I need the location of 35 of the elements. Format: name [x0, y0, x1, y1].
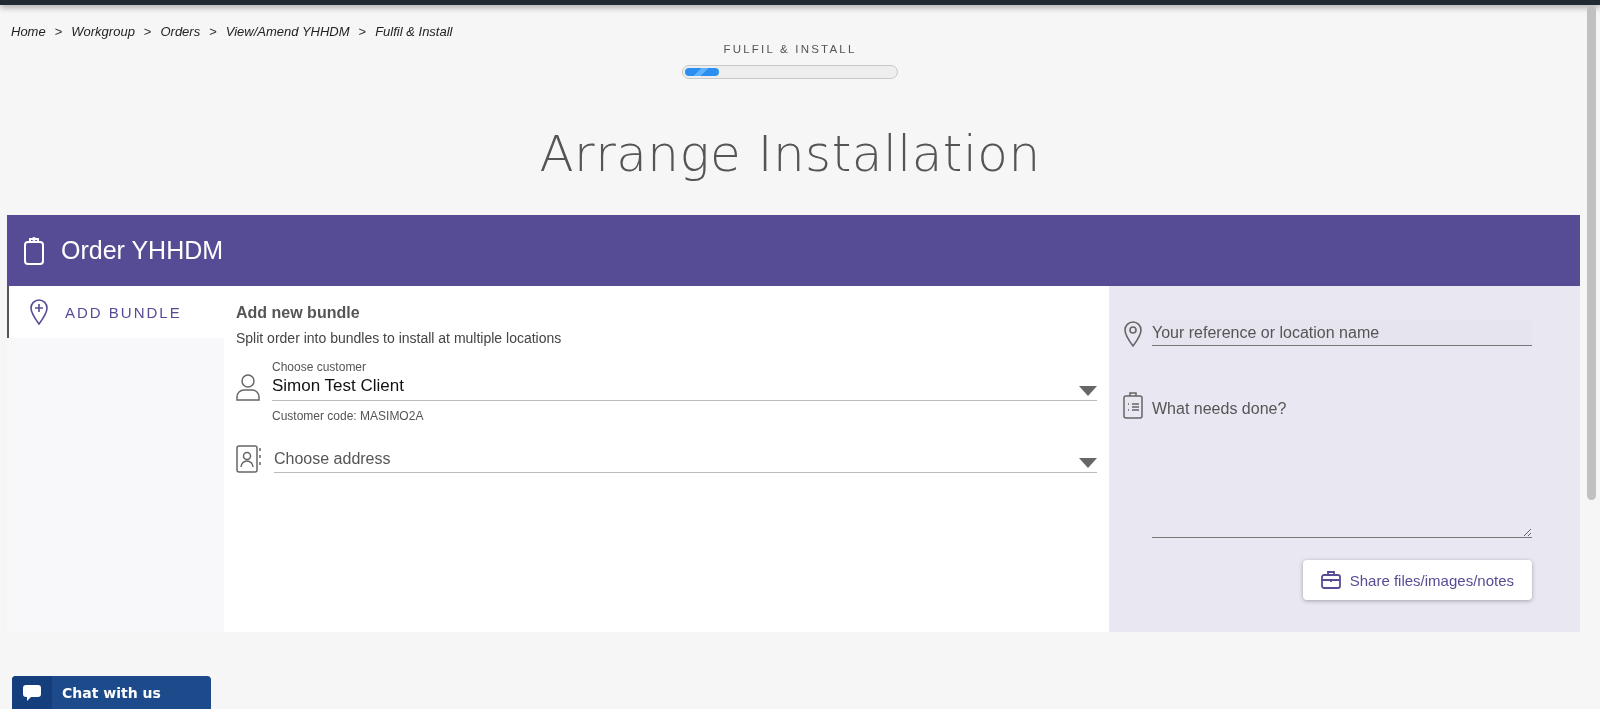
- order-title: Order YHHDM: [61, 236, 224, 265]
- breadcrumb-separator: >: [358, 24, 367, 40]
- sidebar-tab[interactable]: ADD BUNDLE: [7, 286, 224, 338]
- field-label: Choose customer: [272, 360, 368, 374]
- customer-select[interactable]: Choose customer Simon Test Client: [272, 360, 1097, 401]
- dropdown-caret-icon: [1079, 386, 1097, 396]
- checklist-icon: [1123, 392, 1143, 419]
- scrollbar-thumb[interactable]: [1587, 6, 1596, 500]
- clipboard-icon: [23, 235, 45, 266]
- address-select[interactable]: Choose address: [274, 450, 1097, 473]
- page-title: Arrange Installation: [539, 125, 1041, 185]
- breadcrumb-link[interactable]: Orders: [160, 24, 201, 40]
- section-heading: Add new bundle: [236, 304, 361, 322]
- field-value: Simon Test Client: [272, 376, 405, 396]
- pin-icon: [1123, 320, 1143, 348]
- dropdown-caret-icon: [1079, 458, 1097, 468]
- breadcrumb-link[interactable]: Fulfil & Install: [375, 24, 453, 40]
- step-label: FULFIL & INSTALL: [723, 43, 857, 55]
- section-description: Split order into bundles to install at multiple locations: [236, 330, 563, 346]
- breadcrumb-link[interactable]: Home: [11, 24, 46, 40]
- add-location-icon: [29, 298, 49, 326]
- select-placeholder: Choose address: [274, 450, 392, 468]
- person-icon: [236, 373, 260, 401]
- briefcase-icon: [1320, 571, 1341, 589]
- breadcrumb-separator: >: [143, 24, 152, 40]
- share-files-button[interactable]: Share files/images/notes: [1302, 560, 1532, 600]
- contact-card-icon: [236, 445, 262, 473]
- breadcrumb-separator: >: [54, 24, 63, 40]
- breadcrumb-link[interactable]: View/Amend YHHDM: [225, 24, 350, 40]
- customer-code: Customer code: MASIMO2A: [272, 409, 425, 423]
- breadcrumb-link[interactable]: Workgroup: [71, 24, 135, 40]
- chat-button[interactable]: Chat with us: [12, 676, 211, 709]
- work-description-field[interactable]: What needs done?: [1152, 392, 1532, 538]
- breadcrumb-separator: >: [209, 24, 217, 40]
- speech-bubble-icon: [23, 684, 41, 702]
